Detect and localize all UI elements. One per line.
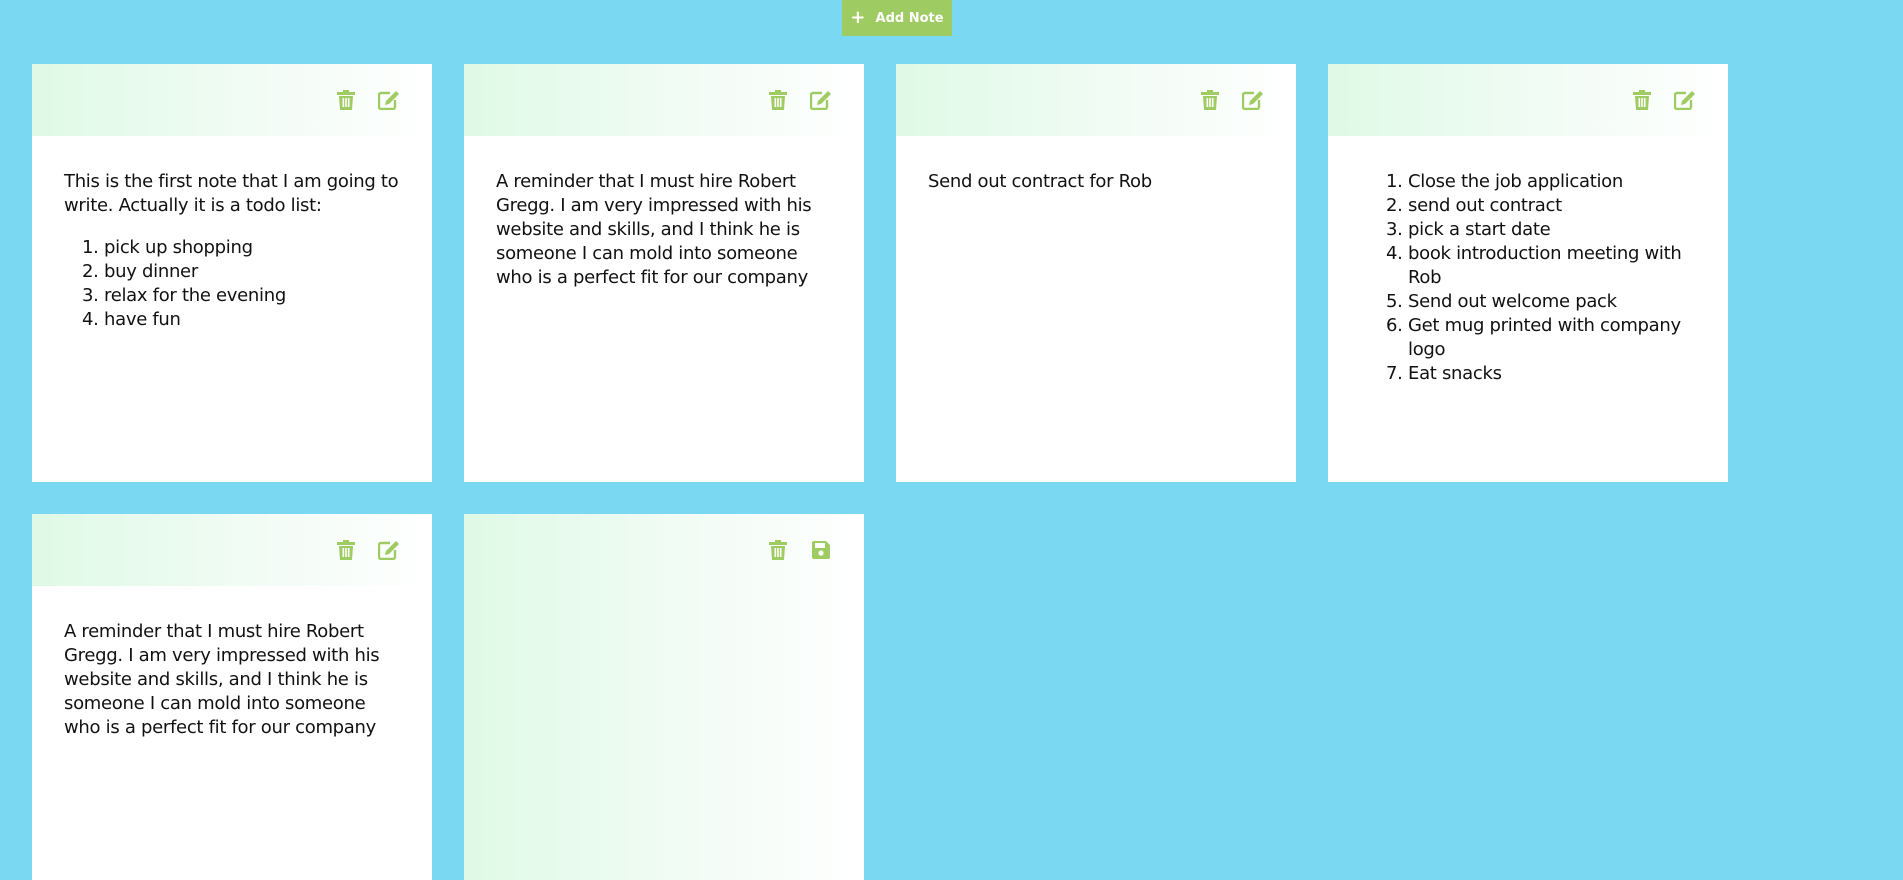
note-list: Close the job application send out contr… xyxy=(1360,170,1696,386)
note-card: This is the first note that I am going t… xyxy=(32,64,432,482)
note-content[interactable]: A reminder that I must hire Robert Gregg… xyxy=(464,136,864,290)
note-header xyxy=(1328,64,1728,136)
list-item: book introduction meeting with Rob xyxy=(1408,242,1696,290)
list-item: Eat snacks xyxy=(1408,362,1696,386)
save-icon[interactable] xyxy=(808,537,834,563)
note-header xyxy=(464,514,864,586)
plus-icon: + xyxy=(850,7,866,28)
note-card-editing xyxy=(464,514,864,880)
note-content[interactable]: This is the first note that I am going t… xyxy=(32,136,432,332)
add-note-button[interactable]: + Add Note xyxy=(842,0,952,36)
add-note-label: Add Note xyxy=(875,10,944,26)
note-card: A reminder that I must hire Robert Gregg… xyxy=(464,64,864,482)
note-content[interactable]: A reminder that I must hire Robert Gregg… xyxy=(32,586,432,740)
note-card: Send out contract for Rob xyxy=(896,64,1296,482)
edit-icon[interactable] xyxy=(808,87,834,113)
trash-icon[interactable] xyxy=(765,87,791,113)
list-item: send out contract xyxy=(1408,194,1696,218)
note-card: A reminder that I must hire Robert Gregg… xyxy=(32,514,432,880)
note-card: Close the job application send out contr… xyxy=(1328,64,1728,482)
note-header xyxy=(32,64,432,136)
edit-icon[interactable] xyxy=(376,537,402,563)
edit-icon[interactable] xyxy=(1240,87,1266,113)
note-list: pick up shopping buy dinner relax for th… xyxy=(64,236,400,332)
list-item: Get mug printed with company logo xyxy=(1408,314,1696,362)
trash-icon[interactable] xyxy=(1629,87,1655,113)
list-item: Send out welcome pack xyxy=(1408,290,1696,314)
edit-icon[interactable] xyxy=(1672,87,1698,113)
note-text: A reminder that I must hire Robert Gregg… xyxy=(496,171,812,288)
note-header xyxy=(464,64,864,136)
note-header xyxy=(32,514,432,586)
note-text: Send out contract for Rob xyxy=(928,171,1152,192)
list-item: have fun xyxy=(104,308,400,332)
edit-icon[interactable] xyxy=(376,87,402,113)
note-content[interactable]: Send out contract for Rob xyxy=(896,136,1296,194)
list-item: buy dinner xyxy=(104,260,400,284)
trash-icon[interactable] xyxy=(333,537,359,563)
trash-icon[interactable] xyxy=(765,537,791,563)
note-text: A reminder that I must hire Robert Gregg… xyxy=(64,621,380,738)
list-item: pick a start date xyxy=(1408,218,1696,242)
list-item: Close the job application xyxy=(1408,170,1696,194)
list-item: pick up shopping xyxy=(104,236,400,260)
trash-icon[interactable] xyxy=(333,87,359,113)
list-item: relax for the evening xyxy=(104,284,400,308)
note-content[interactable]: Close the job application send out contr… xyxy=(1328,136,1728,386)
note-text: This is the first note that I am going t… xyxy=(64,171,399,216)
note-editor[interactable] xyxy=(464,586,864,620)
note-header xyxy=(896,64,1296,136)
trash-icon[interactable] xyxy=(1197,87,1223,113)
